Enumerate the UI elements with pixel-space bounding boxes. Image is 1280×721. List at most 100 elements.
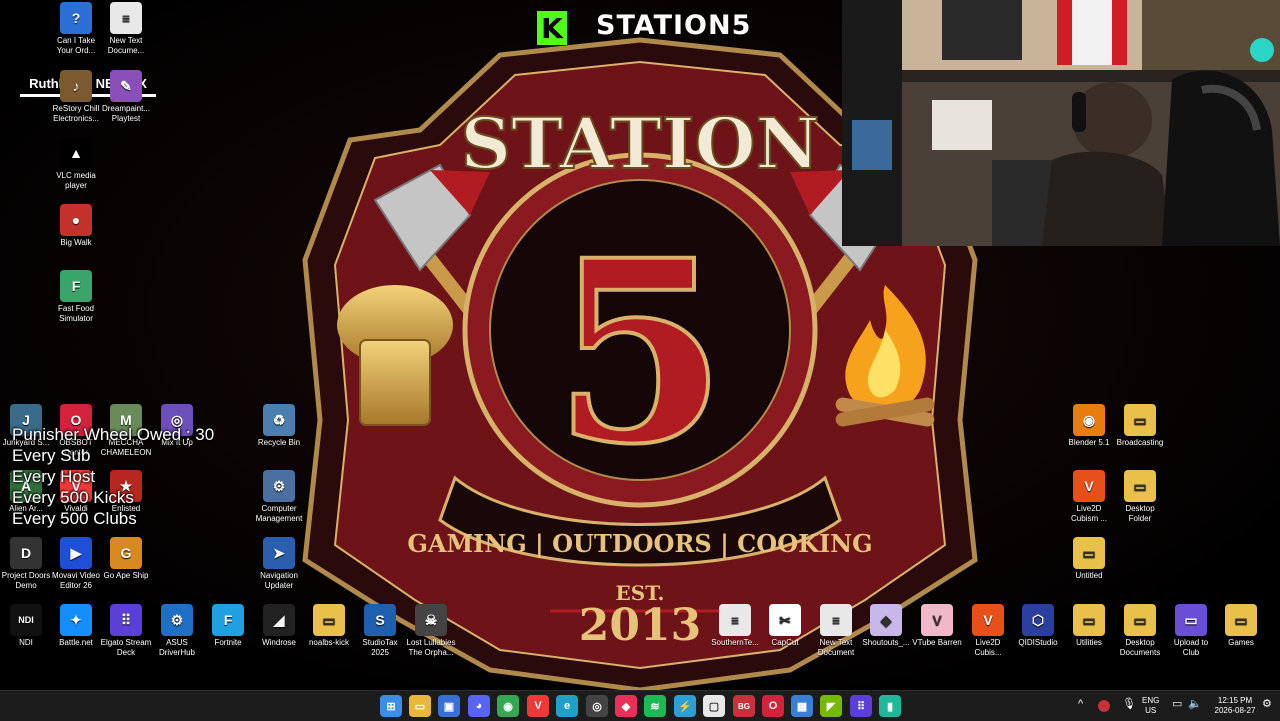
desktop-shortcut[interactable]: ☠ Lost Lullabies The Orpha... (405, 604, 457, 658)
desktop-shortcut-label: Recycle Bin (257, 438, 301, 447)
app-icon[interactable]: ▢ (703, 695, 725, 717)
desktop-shortcut[interactable]: ? Can I Take Your Ord... (50, 2, 102, 56)
desktop-shortcut-label: Big Walk (60, 238, 92, 247)
game-icon: ● (60, 204, 92, 236)
desktop-shortcut[interactable]: D Project Doors Demo (0, 537, 52, 591)
network-icon[interactable]: ▭ (1172, 699, 1182, 710)
vivaldi-icon[interactable]: V (527, 695, 549, 717)
volume-icon[interactable]: 🔈 (1188, 699, 1202, 710)
discord-icon[interactable]: ◕ (468, 695, 490, 717)
text-document-icon: ≡ (719, 604, 751, 636)
desktop-shortcut[interactable]: ▭ Untitled (1063, 537, 1115, 581)
desktop-shortcut-label: CapCut (771, 638, 799, 647)
start-button[interactable]: ⊞ (380, 695, 402, 717)
desktop-shortcut[interactable]: ▭ Upload to Club (1165, 604, 1217, 658)
desktop-shortcut[interactable]: ▭ Utilities (1063, 604, 1115, 648)
obs-icon[interactable]: ◎ (586, 695, 608, 717)
desktop-shortcut[interactable]: ▲ VLC media player (50, 137, 102, 191)
desktop-shortcut-label: Battle.net (59, 638, 93, 647)
obsbot-icon[interactable]: O (762, 695, 784, 717)
ndi-icon: NDI (10, 604, 42, 636)
desktop-shortcut[interactable]: ✎ Dreampaint... Playtest (100, 70, 152, 124)
store-icon[interactable]: ▣ (438, 695, 460, 717)
file-explorer-icon[interactable]: ▭ (409, 695, 431, 717)
desktop-shortcut[interactable]: F Fast Food Simulator (50, 270, 102, 324)
desktop-shortcut[interactable]: ⚙ Computer Management (253, 470, 305, 524)
desktop-shortcut-label: New Text Document (817, 638, 855, 657)
desktop-shortcut[interactable]: ● Big Walk (50, 204, 102, 248)
stream-deck-icon: ⠿ (110, 604, 142, 636)
desktop-shortcut[interactable]: ◈ Shoutouts_... (860, 604, 912, 648)
desktop-shortcut[interactable]: ➤ Navigation Updater (253, 537, 305, 591)
game-icon: ? (60, 2, 92, 34)
desktop-shortcut[interactable]: ▭ noalbs-kick (303, 604, 355, 648)
desktop-shortcut-label: Untitled (1075, 571, 1103, 580)
desktop-shortcut[interactable]: G Go Ape Ship (100, 537, 152, 581)
folder-icon: ▭ (1073, 604, 1105, 636)
recycle-bin-icon: ♻ (263, 404, 295, 436)
folder-icon: ▭ (1124, 404, 1156, 436)
bg-app-icon[interactable]: BG (733, 695, 755, 717)
folder-icon: ▭ (1175, 604, 1207, 636)
desktop-shortcut-label: noalbs-kick (308, 638, 349, 647)
microphone-icon[interactable]: 🎙 (1122, 699, 1136, 710)
fortnite-icon: F (212, 604, 244, 636)
desktop-shortcut[interactable]: ✦ Battle.net (50, 604, 102, 648)
desktop-shortcut[interactable]: ≡ New Text Document (810, 604, 862, 658)
desktop-shortcut[interactable]: ◉ Blender 5.1 (1063, 404, 1115, 448)
desktop-shortcut[interactable]: V Live2D Cubism ... (1063, 470, 1115, 524)
folder-icon: ▭ (313, 604, 345, 636)
emblem-year: 2013 (579, 600, 701, 651)
language-code: ENG (1142, 696, 1160, 705)
desktop-shortcut[interactable]: ▭ Games (1215, 604, 1267, 648)
desktop-shortcut[interactable]: ▭ Broadcasting (1114, 404, 1166, 448)
vlc-icon: ▲ (60, 137, 92, 169)
chrome-icon[interactable]: ◉ (497, 695, 519, 717)
desktop-shortcut-label: Live2D Cubism ... (1070, 504, 1107, 523)
nvidia-icon[interactable]: ◤ (820, 695, 842, 717)
tray-overflow-chevron-icon[interactable]: ^ (1078, 699, 1083, 710)
folder-icon: ▭ (1124, 470, 1156, 502)
stream-deck-icon[interactable]: ⠿ (850, 695, 872, 717)
desktop-shortcut-label: Games (1228, 638, 1254, 647)
spotify-icon[interactable]: ≋ (644, 695, 666, 717)
desktop-shortcut-label: Navigation Updater (260, 571, 298, 590)
clock[interactable]: 12:15 PM 2026-08-27 (1210, 696, 1260, 716)
language-indicator[interactable]: ENG US (1142, 696, 1159, 716)
app-icon[interactable]: ▦ (791, 695, 813, 717)
desktop-shortcut[interactable]: ⚙ ASUS DriverHub (151, 604, 203, 658)
live2d-icon: V (1073, 470, 1105, 502)
app-icon[interactable]: ⚡ (674, 695, 696, 717)
game-icon: G (110, 537, 142, 569)
desktop-shortcut[interactable]: ▭ Desktop Folder (1114, 470, 1166, 524)
desktop-shortcut-label: Movavi Video Editor 26 (52, 571, 100, 590)
app-icon[interactable]: ◆ (615, 695, 637, 717)
desktop-shortcut[interactable]: ◢ Windrose (253, 604, 305, 648)
game-icon: F (60, 270, 92, 302)
desktop-shortcut-label: Live2D Cubis... (974, 638, 1002, 657)
desktop-shortcut[interactable]: S StudioTax 2025 (354, 604, 406, 658)
desktop-shortcut[interactable]: NDI NDI (0, 604, 52, 648)
app-icon[interactable]: ▮ (879, 695, 901, 717)
tray-app-icon[interactable] (1098, 700, 1110, 712)
qidi-icon: ⬡ (1022, 604, 1054, 636)
desktop-shortcut[interactable]: ▶ Movavi Video Editor 26 (50, 537, 102, 591)
desktop-shortcut[interactable]: ≡ SouthernTe... (709, 604, 761, 648)
desktop-shortcut[interactable]: ▭ Desktop Documents (1114, 604, 1166, 658)
desktop-shortcut[interactable]: ♪ ReStory Chill Electronics... (50, 70, 102, 124)
desktop-shortcut[interactable]: V VTube Barren (911, 604, 963, 648)
desktop-shortcut-label: Upload to Club (1173, 638, 1209, 657)
capcut-icon: ✂ (769, 604, 801, 636)
desktop-shortcut-label: Broadcasting (1116, 438, 1164, 447)
desktop-shortcut[interactable]: ✂ CapCut (759, 604, 811, 648)
game-icon: ☠ (415, 604, 447, 636)
desktop-shortcut[interactable]: ≡ New Text Docume... (100, 2, 152, 56)
desktop-shortcut[interactable]: V Live2D Cubis... (962, 604, 1014, 658)
desktop-shortcut[interactable]: ⠿ Elgato Stream Deck (100, 604, 152, 658)
desktop-shortcut[interactable]: ♻ Recycle Bin (253, 404, 305, 448)
overlay-line: Every 500 Kicks (12, 488, 134, 507)
notification-bell-icon[interactable]: ⚙ (1262, 699, 1272, 710)
edge-icon[interactable]: e (556, 695, 578, 717)
desktop-shortcut[interactable]: ⬡ QIDIStudio (1012, 604, 1064, 648)
desktop-shortcut[interactable]: F Fortnite (202, 604, 254, 648)
